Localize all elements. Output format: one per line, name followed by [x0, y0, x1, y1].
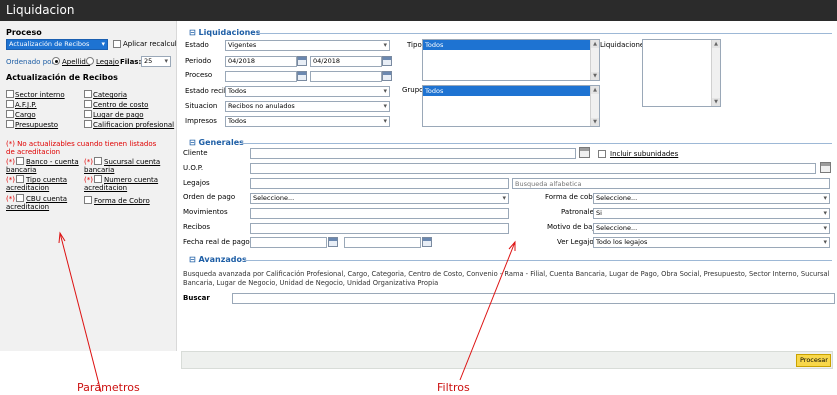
annotation-arrows — [58, 231, 516, 393]
parametros-annotation: Parámetros — [77, 381, 140, 394]
annotation-arrow — [459, 241, 516, 381]
filtros-annotation: Filtros — [437, 381, 470, 394]
annotation-arrow — [59, 232, 102, 393]
